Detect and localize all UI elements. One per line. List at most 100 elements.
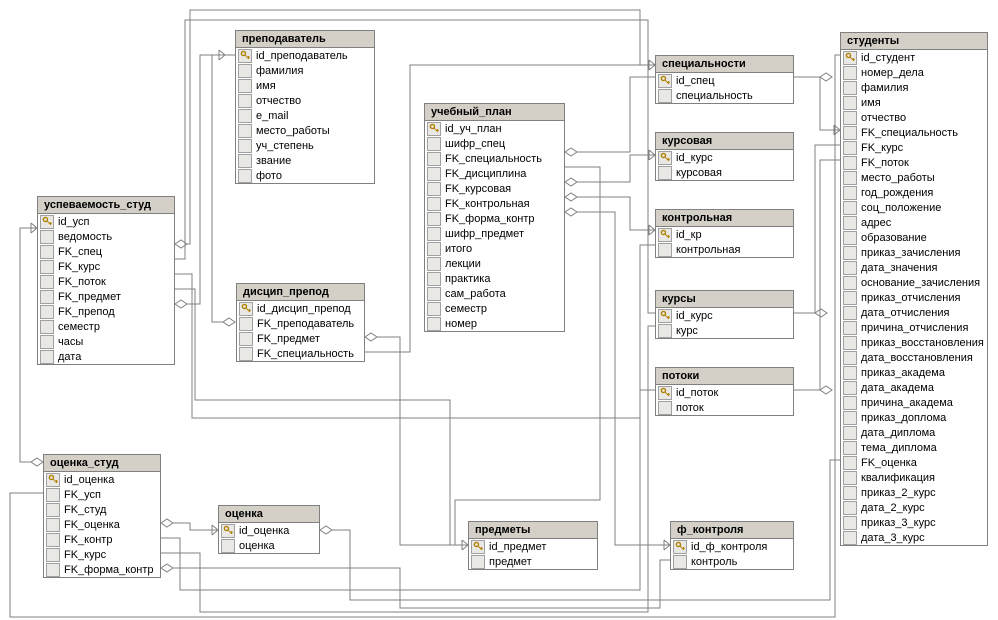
table-row[interactable]: номер_дела [841, 65, 987, 80]
table-header[interactable]: учебный_план [425, 104, 564, 121]
table-row[interactable]: id_дисцип_препод [237, 301, 364, 316]
table-row[interactable]: id_предмет [469, 539, 597, 554]
table-row[interactable]: приказ_отчисления [841, 290, 987, 305]
table-row[interactable]: фото [236, 168, 374, 183]
table-kursovaya[interactable]: курсоваяid_курскурсовая [655, 132, 794, 181]
table-row[interactable]: FK_специальность [237, 346, 364, 361]
table-header[interactable]: курсы [656, 291, 793, 308]
table-row[interactable]: id_курс [656, 308, 793, 323]
table-row[interactable]: FK_спец [38, 244, 174, 259]
table-predmety[interactable]: предметыid_предметпредмет [468, 521, 598, 570]
table-row[interactable]: причина_отчисления [841, 320, 987, 335]
table-row[interactable]: семестр [38, 319, 174, 334]
table-row[interactable]: id_усп [38, 214, 174, 229]
table-row[interactable]: FK_преподаватель [237, 316, 364, 331]
table-header[interactable]: оценка [219, 506, 319, 523]
table-row[interactable]: контрольная [656, 242, 793, 257]
table-studenty[interactable]: студентыid_студентномер_делафамилияимяот… [840, 32, 988, 546]
table-row[interactable]: часы [38, 334, 174, 349]
table-row[interactable]: приказ_академа [841, 365, 987, 380]
table-row[interactable]: приказ_2_курс [841, 485, 987, 500]
table-row[interactable]: FK_дисциплина [425, 166, 564, 181]
table-row[interactable]: имя [841, 95, 987, 110]
table-ocenka_stud[interactable]: оценка_студid_оценкаFK_успFK_студFK_оцен… [43, 454, 161, 578]
table-header[interactable]: ф_контроля [671, 522, 793, 539]
table-row[interactable]: id_оценка [219, 523, 319, 538]
table-row[interactable]: FK_усп [44, 487, 160, 502]
table-row[interactable]: год_рождения [841, 185, 987, 200]
table-row[interactable]: уч_степень [236, 138, 374, 153]
table-row[interactable]: квалификация [841, 470, 987, 485]
table-row[interactable]: лекции [425, 256, 564, 271]
table-row[interactable]: FK_курсовая [425, 181, 564, 196]
table-row[interactable]: дата_отчисления [841, 305, 987, 320]
table-row[interactable]: номер [425, 316, 564, 331]
table-row[interactable]: FK_контр [44, 532, 160, 547]
table-row[interactable]: семестр [425, 301, 564, 316]
table-row[interactable]: FK_форма_контр [425, 211, 564, 226]
table-row[interactable]: id_студент [841, 50, 987, 65]
table-row[interactable]: специальность [656, 88, 793, 103]
table-row[interactable]: отчество [841, 110, 987, 125]
table-row[interactable]: id_спец [656, 73, 793, 88]
table-row[interactable]: FK_поток [841, 155, 987, 170]
table-prepod[interactable]: преподавательid_преподавательфамилияимяо… [235, 30, 375, 184]
table-row[interactable]: поток [656, 400, 793, 415]
table-row[interactable]: соц_положение [841, 200, 987, 215]
table-row[interactable]: id_ф_контроля [671, 539, 793, 554]
table-kursy[interactable]: курсыid_курскурс [655, 290, 794, 339]
table-row[interactable]: основание_зачисления [841, 275, 987, 290]
table-header[interactable]: успеваемость_студ [38, 197, 174, 214]
table-row[interactable]: фамилия [841, 80, 987, 95]
table-row[interactable]: фамилия [236, 63, 374, 78]
table-special[interactable]: специальностиid_спецспециальность [655, 55, 794, 104]
table-row[interactable]: дата_восстановления [841, 350, 987, 365]
table-f_kontrolya[interactable]: ф_контроляid_ф_контроляконтроль [670, 521, 794, 570]
table-header[interactable]: потоки [656, 368, 793, 385]
table-row[interactable]: FK_поток [38, 274, 174, 289]
table-header[interactable]: оценка_студ [44, 455, 160, 472]
table-row[interactable]: шифр_спец [425, 136, 564, 151]
table-row[interactable]: шифр_предмет [425, 226, 564, 241]
table-row[interactable]: звание [236, 153, 374, 168]
table-header[interactable]: студенты [841, 33, 987, 50]
table-row[interactable]: приказ_3_курс [841, 515, 987, 530]
table-row[interactable]: дата_академа [841, 380, 987, 395]
table-row[interactable]: id_курс [656, 150, 793, 165]
table-row[interactable]: приказ_доплома [841, 410, 987, 425]
table-row[interactable]: id_уч_план [425, 121, 564, 136]
table-row[interactable]: отчество [236, 93, 374, 108]
table-row[interactable]: причина_академа [841, 395, 987, 410]
table-row[interactable]: сам_работа [425, 286, 564, 301]
table-row[interactable]: образование [841, 230, 987, 245]
table-row[interactable]: id_преподаватель [236, 48, 374, 63]
table-row[interactable]: FK_форма_контр [44, 562, 160, 577]
table-row[interactable]: FK_курс [841, 140, 987, 155]
table-row[interactable]: имя [236, 78, 374, 93]
table-row[interactable]: FK_оценка [841, 455, 987, 470]
table-uch_plan[interactable]: учебный_планid_уч_планшифр_спецFK_специа… [424, 103, 565, 332]
table-row[interactable]: FK_контрольная [425, 196, 564, 211]
table-row[interactable]: дата_диплома [841, 425, 987, 440]
table-kontrolnaya[interactable]: контрольнаяid_крконтрольная [655, 209, 794, 258]
table-row[interactable]: место_работы [236, 123, 374, 138]
table-header[interactable]: предметы [469, 522, 597, 539]
table-uspevaemost[interactable]: успеваемость_студid_успведомостьFK_спецF… [37, 196, 175, 365]
table-row[interactable]: тема_диплома [841, 440, 987, 455]
table-row[interactable]: приказ_зачисления [841, 245, 987, 260]
table-header[interactable]: контрольная [656, 210, 793, 227]
table-header[interactable]: курсовая [656, 133, 793, 150]
table-row[interactable]: адрес [841, 215, 987, 230]
table-row[interactable]: FK_курс [38, 259, 174, 274]
table-row[interactable]: место_работы [841, 170, 987, 185]
table-row[interactable]: ведомость [38, 229, 174, 244]
table-header[interactable]: специальности [656, 56, 793, 73]
table-discip_prepod[interactable]: дисцип_преподid_дисцип_преподFK_преподав… [236, 283, 365, 362]
table-row[interactable]: курсовая [656, 165, 793, 180]
table-row[interactable]: оценка [219, 538, 319, 553]
table-header[interactable]: преподаватель [236, 31, 374, 48]
table-row[interactable]: id_оценка [44, 472, 160, 487]
table-row[interactable]: итого [425, 241, 564, 256]
table-row[interactable]: FK_препод [38, 304, 174, 319]
table-potoki[interactable]: потокиid_потокпоток [655, 367, 794, 416]
